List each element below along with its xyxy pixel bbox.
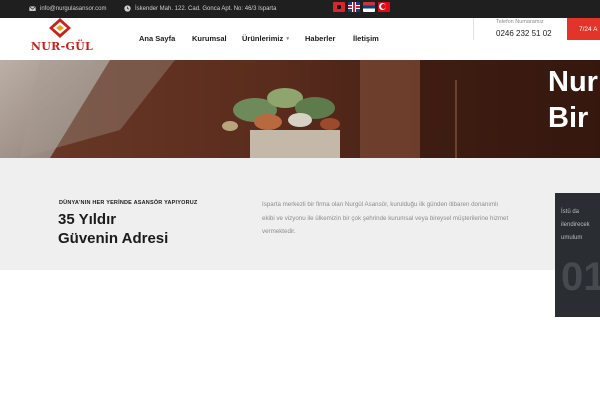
logo-mark-icon [49,18,71,38]
email-link[interactable]: info@nurgulasansor.com [29,5,106,12]
side-card-number: 01 [561,255,600,299]
email-text: info@nurgulasansor.com [40,5,107,12]
nav-item-ana-sayfa[interactable]: Ana Sayfa [139,34,175,43]
side-card-line-2: ilendirecek [561,222,590,228]
address-text: İskender Mah. 122. Cad. Gonca Apt. No: 4… [135,5,277,12]
envelope-icon [29,6,36,11]
language-switcher [333,2,390,12]
nav-item-kurumsal[interactable]: Kurumsal [192,34,227,43]
side-card-line-3: umulum [561,235,583,241]
support-button[interactable]: 7/24 A [567,18,600,40]
logo[interactable]: NUR-GÜL [29,18,95,60]
hero-background-image [0,60,600,158]
chevron-down-icon: ▼ [285,36,291,42]
hero-title: Nur Bir [548,64,598,136]
phone-label: Telefon Numaramız [496,19,544,25]
hero-title-line-2: Bir [548,102,589,134]
flag-turkey-icon[interactable] [378,2,390,12]
hero-banner: Nur Bir [0,60,600,158]
nav-item-urunlerimiz-label: Ürünlerimiz [242,34,284,43]
hero-title-line-1: Nur [548,66,598,98]
phone-number[interactable]: 0246 232 51 02 [496,29,552,38]
intro-headline-line-1: 35 Yıldır [58,211,117,228]
clock-icon [124,5,131,12]
intro-description-line-2: ekibi ve vizyonu ile ülkemizin bir çok ş… [262,214,509,222]
intro-headline-line-2: Güvenin Adresi [58,230,169,247]
top-bar: info@nurgulasansor.com İskender Mah. 122… [0,0,600,18]
flag-serbia-icon[interactable] [363,2,375,12]
nav-item-iletisim[interactable]: İletişim [353,34,379,43]
intro-description: Isparta merkezli bir firma olan Nurgül A… [262,198,552,239]
side-card-line-1: İstü da [561,209,580,215]
address-info: İskender Mah. 122. Cad. Gonca Apt. No: 4… [124,5,276,12]
intro-description-line-1: Isparta merkezli bir firma olan Nurgül A… [262,201,499,208]
header-divider [473,18,474,40]
nav-item-haberler[interactable]: Haberler [305,34,335,43]
flag-english-icon[interactable] [348,2,360,12]
page: info@nurgulasansor.com İskender Mah. 122… [0,0,600,400]
side-info-card: İstü da ilendirecek umulum 01 [555,193,600,317]
intro-description-line-3: vermektedir. [262,228,296,235]
site-header: NUR-GÜL Ana Sayfa Kurumsal Ürünlerimiz ▼ … [0,18,600,60]
intro-section: DÜNYA'NIN HER YERİNDE ASANSÖR YAPIYORUZ … [0,158,600,270]
intro-tagline: DÜNYA'NIN HER YERİNDE ASANSÖR YAPIYORUZ [59,200,198,206]
flag-albania-icon[interactable] [333,2,345,12]
nav-item-urunlerimiz[interactable]: Ürünlerimiz ▼ [242,34,290,43]
logo-text: NUR-GÜL [30,40,94,53]
intro-headline: 35 Yıldır Güvenin Adresi [58,210,168,248]
